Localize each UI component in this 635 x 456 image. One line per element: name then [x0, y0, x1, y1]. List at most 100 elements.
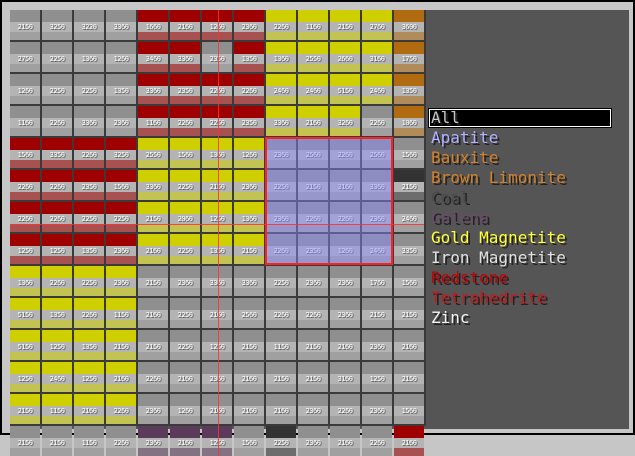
filter-item-all[interactable]: All [428, 108, 612, 128]
ore-cell[interactable]: 2150 [234, 330, 264, 360]
ore-cell[interactable]: 2360 [138, 426, 168, 456]
ore-cell[interactable]: 1750 [394, 42, 424, 72]
ore-cell[interactable]: 1160 [298, 10, 328, 40]
ore-cell[interactable]: 1250 [362, 362, 392, 392]
ore-cell[interactable]: 3360 [202, 266, 232, 296]
ore-cell[interactable]: 2550 [138, 138, 168, 168]
ore-cell[interactable]: 2260 [74, 298, 104, 328]
filter-item-brown-limonite[interactable]: Brown Limonite [428, 168, 612, 188]
ore-cell[interactable]: 1250 [202, 330, 232, 360]
ore-cell[interactable]: 3250 [106, 138, 136, 168]
ore-cell[interactable]: 3160 [362, 42, 392, 72]
filter-item-iron-magnetite[interactable]: Iron Magnetite [428, 248, 612, 268]
ore-cell[interactable]: 2260 [10, 170, 40, 200]
ore-cell[interactable]: 2160 [170, 10, 200, 40]
ore-cell[interactable]: 1560 [394, 266, 424, 296]
ore-cell[interactable]: 2060 [170, 202, 200, 232]
ore-cell[interactable]: 2250 [266, 170, 296, 200]
ore-cell[interactable]: 2460 [362, 234, 392, 264]
ore-cell[interactable]: 2260 [42, 202, 72, 232]
ore-cell[interactable]: 1260 [330, 234, 360, 264]
ore-cell[interactable]: 2150 [330, 10, 360, 40]
ore-cell[interactable]: 2160 [234, 362, 264, 392]
ore-cell[interactable]: 1150 [106, 298, 136, 328]
ore-cell[interactable]: 1350 [394, 74, 424, 104]
ore-cell[interactable]: 2150 [106, 330, 136, 360]
ore-cell[interactable]: 2260 [266, 10, 296, 40]
ore-cell[interactable]: 2460 [266, 74, 296, 104]
filter-item-coal[interactable]: Coal [428, 188, 612, 208]
ore-cell[interactable]: 1250 [42, 330, 72, 360]
ore-cell[interactable]: 2560 [362, 138, 392, 168]
filter-item-bauxite[interactable]: Bauxite [428, 148, 612, 168]
ore-cell[interactable]: 2260 [42, 170, 72, 200]
ore-cell[interactable]: 2360 [362, 394, 392, 424]
ore-cell[interactable]: 2350 [234, 106, 264, 136]
ore-cell[interactable]: 2250 [170, 298, 200, 328]
ore-cell[interactable]: 1060 [394, 106, 424, 136]
ore-cell[interactable]: 2260 [234, 74, 264, 104]
ore-cell[interactable]: 1360 [234, 202, 264, 232]
ore-cell[interactable]: 2150 [42, 426, 72, 456]
ore-cell[interactable]: 2360 [106, 234, 136, 264]
ore-cell[interactable]: 2360 [298, 266, 328, 296]
ore-cell[interactable]: 2150 [10, 394, 40, 424]
ore-cell[interactable]: 2160 [138, 298, 168, 328]
ore-cell[interactable]: 2360 [170, 266, 200, 296]
ore-cell[interactable]: 2250 [266, 426, 296, 456]
ore-cell[interactable]: 2760 [362, 10, 392, 40]
ore-cell[interactable]: 2360 [138, 394, 168, 424]
filter-item-galena[interactable]: Galena [428, 208, 612, 228]
ore-cell[interactable]: 2150 [10, 10, 40, 40]
ore-cell[interactable]: 2150 [138, 202, 168, 232]
ore-cell[interactable]: 1560 [234, 426, 264, 456]
ore-cell[interactable]: 3360 [74, 106, 104, 136]
ore-cell[interactable]: 2560 [298, 138, 328, 168]
ore-cell[interactable]: 2150 [298, 362, 328, 392]
ore-cell[interactable]: 2360 [362, 202, 392, 232]
ore-cell[interactable]: 2460 [394, 202, 424, 232]
ore-cell[interactable]: 1150 [266, 330, 296, 360]
ore-cell[interactable]: 2150 [138, 266, 168, 296]
ore-cell[interactable]: 2260 [330, 202, 360, 232]
ore-cell[interactable]: 2260 [266, 298, 296, 328]
ore-cell[interactable]: 1350 [42, 298, 72, 328]
ore-cell[interactable]: 1350 [234, 42, 264, 72]
ore-cell[interactable]: 2250 [202, 106, 232, 136]
ore-cell[interactable]: 2660 [330, 42, 360, 72]
ore-cell[interactable]: 2250 [74, 202, 104, 232]
ore-cell[interactable]: 2250 [74, 74, 104, 104]
filter-item-apatite[interactable]: Apatite [428, 128, 612, 148]
ore-cell[interactable]: 5150 [10, 298, 40, 328]
ore-cell[interactable]: 2150 [234, 234, 264, 264]
ore-cell[interactable]: 2150 [362, 298, 392, 328]
ore-cell[interactable]: 1560 [170, 138, 200, 168]
ore-cell[interactable]: 2160 [138, 234, 168, 264]
ore-cell[interactable]: 2550 [298, 42, 328, 72]
ore-cell[interactable]: 2160 [330, 330, 360, 360]
ore-cell[interactable]: 2150 [394, 298, 424, 328]
ore-cell[interactable]: 2250 [42, 42, 72, 72]
ore-cell[interactable]: 3360 [138, 170, 168, 200]
ore-cell[interactable]: 2160 [394, 426, 424, 456]
ore-cell[interactable]: 2260 [106, 394, 136, 424]
ore-cell[interactable]: 2260 [362, 106, 392, 136]
ore-cell[interactable]: 2260 [330, 394, 360, 424]
ore-cell[interactable]: 3350 [42, 138, 72, 168]
ore-cell[interactable]: 2160 [202, 394, 232, 424]
ore-cell[interactable]: 2360 [298, 426, 328, 456]
ore-cell[interactable]: 3360 [362, 170, 392, 200]
ore-cell[interactable]: 2360 [330, 298, 360, 328]
ore-cell[interactable]: 2160 [74, 394, 104, 424]
ore-cell[interactable]: 3360 [106, 10, 136, 40]
ore-cell[interactable]: 2250 [266, 266, 296, 296]
ore-cell[interactable]: 2260 [42, 266, 72, 296]
ore-cell[interactable]: 1350 [74, 330, 104, 360]
ore-cell[interactable]: 2360 [298, 394, 328, 424]
ore-cell[interactable]: 2460 [298, 74, 328, 104]
ore-cell[interactable]: 2150 [138, 330, 168, 360]
ore-cell[interactable]: 1250 [42, 234, 72, 264]
ore-cell[interactable]: 2250 [170, 170, 200, 200]
ore-cell[interactable]: 2460 [362, 74, 392, 104]
ore-cell[interactable]: 2260 [362, 426, 392, 456]
